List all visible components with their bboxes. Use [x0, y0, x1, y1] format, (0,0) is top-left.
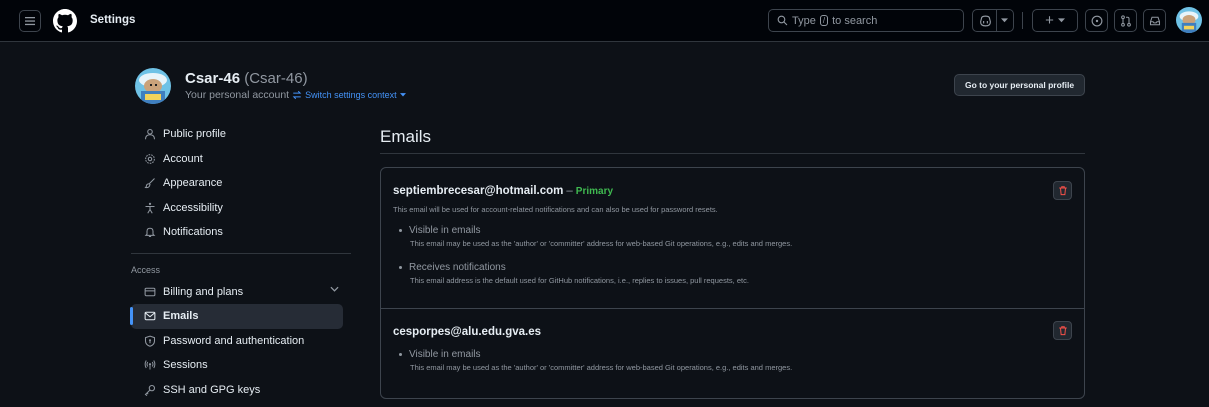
bell-icon	[143, 225, 157, 239]
sidebar-item-emails[interactable]: Emails	[130, 304, 343, 329]
issues-button[interactable]	[1085, 9, 1108, 32]
sidebar-item-label: Account	[163, 152, 203, 165]
key-icon	[143, 383, 157, 397]
chevron-down-icon	[399, 93, 406, 97]
chevron-down-icon	[1057, 18, 1065, 23]
header-divider	[1022, 12, 1023, 29]
arrow-switch-icon	[292, 90, 302, 100]
email-note: This email will be used for account-rela…	[393, 205, 718, 214]
page-title: Emails	[380, 127, 432, 146]
sidebar-item-accessibility[interactable]: Accessibility	[131, 196, 351, 221]
sidebar-item-label: Notifications	[163, 226, 223, 239]
sidebar-item-password[interactable]: Password and authentication	[131, 329, 351, 354]
go-to-profile-button[interactable]: Go to your personal profile	[954, 74, 1085, 96]
account-display-name: Csar-46	[185, 70, 241, 87]
avatar-image	[1176, 7, 1202, 33]
chevron-down-icon	[330, 286, 339, 292]
accessibility-icon	[143, 201, 157, 215]
github-logo-icon[interactable]	[53, 9, 77, 33]
title-divider	[380, 153, 1085, 154]
search-icon	[777, 15, 788, 26]
sidebar-item-label: Accessibility	[163, 201, 223, 214]
email-address: septiembrecesar@hotmail.com – Primary	[393, 185, 613, 197]
pull-requests-button[interactable]	[1114, 9, 1137, 32]
trash-icon	[1058, 186, 1067, 196]
account-login: (Csar-46)	[244, 70, 308, 87]
sidebar-item-notifications[interactable]: Notifications	[131, 220, 351, 245]
email-row: septiembrecesar@hotmail.com – Primary This…	[381, 168, 1084, 309]
mail-icon	[143, 309, 157, 323]
email-property: Receives notifications This email addres…	[399, 262, 749, 285]
sidebar-item-label: Appearance	[163, 177, 223, 190]
broadcast-icon	[143, 358, 157, 372]
plus-icon: +	[1045, 12, 1054, 29]
sidebar-item-label: Sessions	[163, 359, 208, 372]
switch-context-link[interactable]: Switch settings context	[292, 90, 406, 100]
issue-opened-icon	[1091, 15, 1102, 26]
person-icon	[143, 127, 157, 141]
paintbrush-icon	[143, 176, 157, 190]
settings-sidebar: Public profile Account Appearance Access…	[130, 122, 351, 403]
top-header: Settings Type / to search +	[0, 0, 1209, 42]
search-input[interactable]: Type / to search	[768, 9, 964, 32]
shield-lock-icon	[143, 334, 157, 348]
git-pull-request-icon	[1120, 14, 1131, 27]
account-avatar	[135, 68, 171, 104]
email-row: cesporpes@alu.edu.gva.es Visible in emai…	[381, 309, 1084, 399]
sidebar-item-label: Public profile	[163, 128, 226, 141]
avatar-image	[135, 68, 171, 104]
email-list: septiembrecesar@hotmail.com – Primary This…	[380, 167, 1085, 399]
copilot-icon	[979, 15, 991, 26]
email-property-description: This email may be used as the 'author' o…	[410, 239, 793, 248]
email-property-title: Receives notifications	[399, 262, 749, 273]
email-address-text: septiembrecesar@hotmail.com	[393, 185, 564, 197]
switch-context-label: Switch settings context	[305, 90, 397, 100]
email-address-text: cesporpes@alu.edu.gva.es	[393, 326, 541, 338]
credit-card-icon	[143, 285, 157, 299]
gear-icon	[143, 152, 157, 166]
search-prefix: Type	[792, 14, 816, 27]
sidebar-item-label: SSH and GPG keys	[163, 383, 261, 396]
sidebar-item-sessions[interactable]: Sessions	[131, 353, 351, 378]
email-property-title: Visible in emails	[399, 225, 792, 236]
create-new-button[interactable]: +	[1032, 9, 1078, 32]
email-property-title: Visible in emails	[399, 349, 792, 360]
inbox-button[interactable]	[1143, 9, 1166, 32]
chevron-down-icon	[1000, 18, 1008, 23]
sidebar-divider	[131, 252, 351, 254]
sidebar-item-label: Emails	[163, 310, 199, 323]
sidebar-item-billing[interactable]: Billing and plans	[131, 280, 351, 305]
copilot-button[interactable]	[972, 9, 1014, 32]
sidebar-item-account[interactable]: Account	[131, 147, 351, 172]
delete-email-button[interactable]	[1053, 181, 1072, 200]
delete-email-button[interactable]	[1053, 321, 1072, 340]
account-type-label: Your personal account	[185, 89, 290, 101]
sidebar-item-ssh-gpg-keys[interactable]: SSH and GPG keys	[131, 378, 351, 403]
sidebar-item-public-profile[interactable]: Public profile	[131, 122, 351, 147]
hamburger-icon	[25, 17, 35, 26]
search-shortcut-key: /	[819, 15, 829, 26]
inbox-icon	[1149, 16, 1160, 25]
primary-badge: Primary	[575, 186, 614, 197]
email-property-description: This email address is the default used f…	[410, 276, 749, 285]
email-separator: –	[566, 185, 573, 197]
account-name: Csar-46 (Csar-46)	[185, 70, 308, 87]
sidebar-item-appearance[interactable]: Appearance	[131, 171, 351, 196]
email-property: Visible in emails This email may be used…	[399, 349, 792, 372]
trash-icon	[1058, 326, 1067, 336]
sidebar-item-label: Billing and plans	[163, 285, 244, 298]
email-property: Visible in emails This email may be used…	[399, 225, 792, 248]
email-address: cesporpes@alu.edu.gva.es	[393, 326, 541, 338]
email-property-description: This email may be used as the 'author' o…	[410, 363, 793, 372]
sidebar-section-heading: Access	[131, 264, 161, 275]
account-subtitle: Your personal account Switch settings co…	[185, 89, 406, 101]
sidebar-item-label: Password and authentication	[163, 334, 305, 347]
menu-button[interactable]	[19, 10, 41, 32]
user-avatar[interactable]	[1176, 7, 1202, 33]
page-context-title: Settings	[90, 14, 136, 26]
search-suffix: to search	[832, 14, 878, 27]
